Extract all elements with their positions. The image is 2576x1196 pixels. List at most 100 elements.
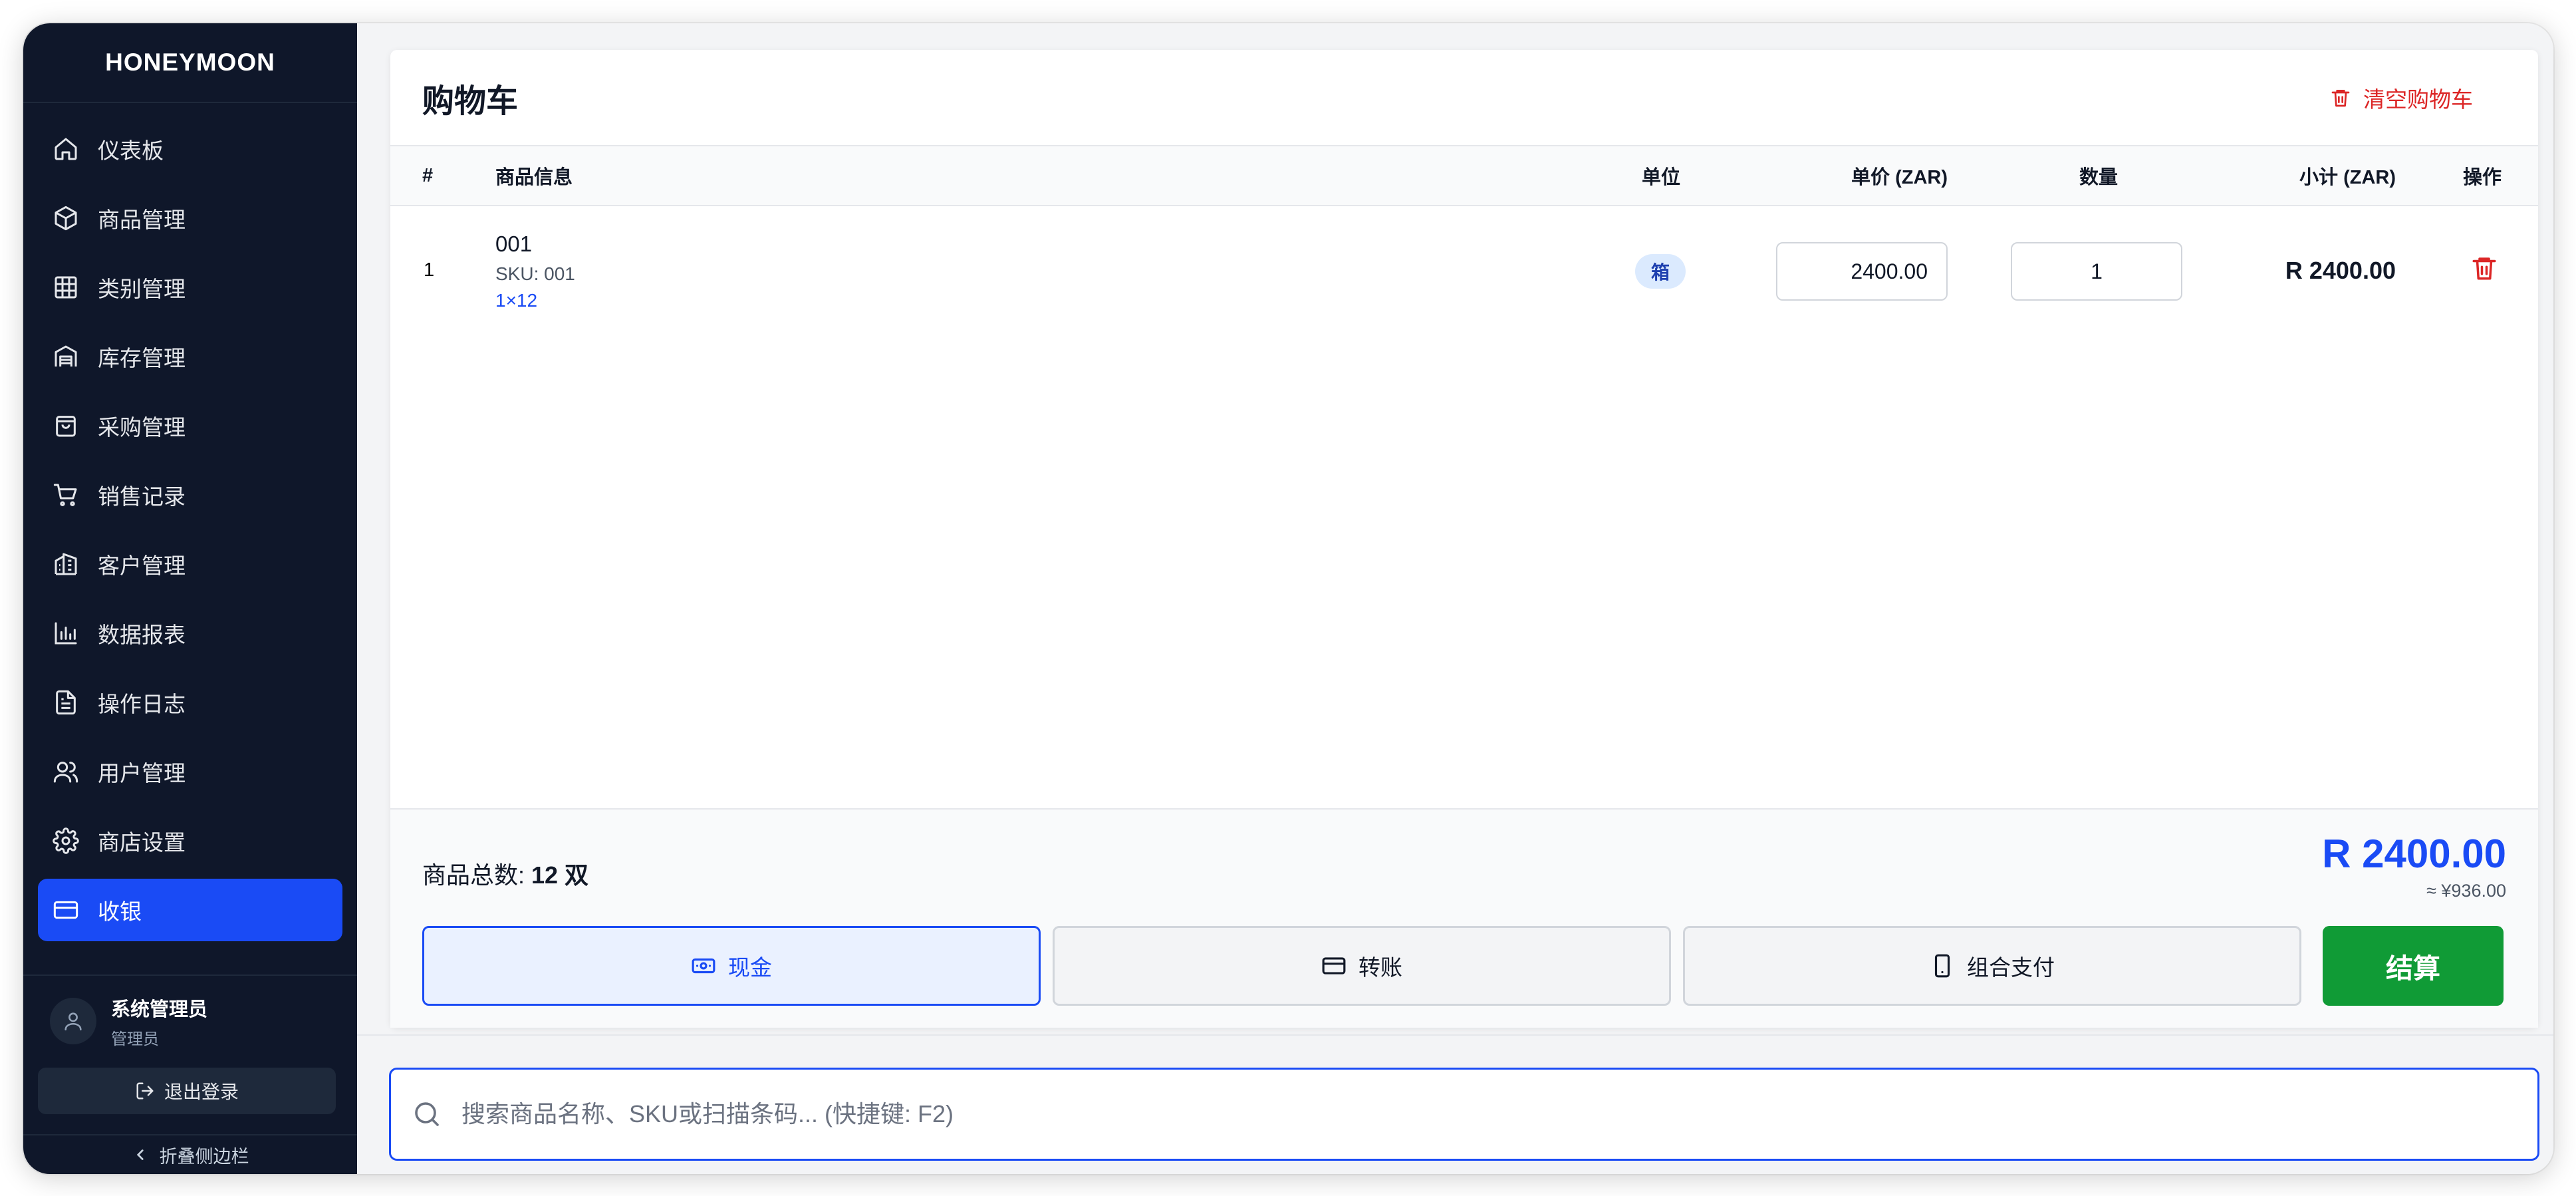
search-icon	[415, 1102, 439, 1126]
sidebar-item-cashier[interactable]: 收银	[38, 879, 342, 941]
item-count: 商品总数: 12 双	[422, 856, 588, 891]
home-icon	[53, 136, 79, 162]
column-index: #	[422, 164, 434, 186]
bar-chart-icon	[53, 620, 79, 647]
user-name: 系统管理员	[111, 998, 208, 1020]
page-title: 购物车	[422, 83, 519, 119]
grid-icon	[53, 274, 79, 301]
sidebar-item-label: 收银	[98, 899, 142, 924]
shopping-bag-icon	[53, 412, 79, 439]
search-input[interactable]	[461, 1070, 2537, 1159]
sidebar-item-logs[interactable]: 操作日志	[38, 671, 342, 734]
sidebar-item-inventory[interactable]: 库存管理	[38, 325, 342, 388]
column-unit: 单位	[1642, 167, 1681, 188]
sidebar-item-customers[interactable]: 客户管理	[38, 533, 342, 595]
collapse-label: 折叠侧边栏	[159, 1146, 249, 1167]
file-text-icon	[53, 689, 79, 716]
total-amount: R 2400.00 ≈ ¥936.00	[2322, 831, 2506, 901]
credit-card-icon	[1322, 957, 1346, 974]
sidebar-item-label: 操作日志	[98, 692, 186, 716]
sidebar-nav: 仪表板 商品管理 类别管理 库存管理 采购管理 销售记录 客户管理 数据报表 操…	[23, 103, 357, 974]
total-cny: ≈ ¥936.00	[2426, 881, 2506, 901]
logout-icon	[136, 1082, 154, 1100]
pay-combined-button[interactable]: 组合支付	[1683, 926, 2301, 1006]
sidebar-item-label: 商品管理	[98, 208, 186, 232]
app-window: HONEYMOON 仪表板 商品管理 类别管理 库存管理 采购管理 销售记录 客…	[23, 23, 2553, 1174]
sidebar-item-label: 数据报表	[98, 623, 186, 647]
main-content: 购物车 清空购物车 # 商品信息 单位 单价 (ZAR) 数量 小计 (ZAR)…	[357, 23, 2553, 1174]
item-count-value: 12 双	[531, 861, 589, 889]
pay-transfer-label: 转账	[1358, 955, 1402, 980]
pay-cash-button[interactable]: 现金	[422, 926, 1041, 1006]
sidebar-item-dashboard[interactable]: 仪表板	[38, 118, 342, 180]
pay-combined-label: 组合支付	[1967, 955, 2055, 980]
table-row: 1 001 SKU: 001 1×12 箱 R 2400.00	[390, 206, 2538, 333]
sidebar-item-purchasing[interactable]: 采购管理	[38, 394, 342, 457]
cart-panel: 购物车 清空购物车 # 商品信息 单位 单价 (ZAR) 数量 小计 (ZAR)…	[390, 50, 2538, 1028]
logout-button[interactable]: 退出登录	[38, 1068, 336, 1114]
quantity-input[interactable]	[2011, 242, 2182, 301]
sidebar-item-label: 销售记录	[98, 484, 186, 509]
cart-icon	[53, 482, 79, 508]
column-subtotal: 小计 (ZAR)	[2299, 167, 2396, 188]
row-subtotal: R 2400.00	[2285, 257, 2396, 284]
sidebar-item-reports[interactable]: 数据报表	[38, 602, 342, 665]
sidebar-item-label: 客户管理	[98, 553, 186, 578]
gear-icon	[53, 827, 79, 854]
total-zar: R 2400.00	[2322, 831, 2506, 876]
trash-icon	[2472, 257, 2496, 280]
sidebar: HONEYMOON 仪表板 商品管理 类别管理 库存管理 采购管理 销售记录 客…	[23, 23, 357, 1174]
sidebar-item-products[interactable]: 商品管理	[38, 187, 342, 249]
sidebar-footer: 系统管理员 管理员 退出登录 折叠侧边栏	[23, 974, 357, 1174]
product-info: 001 SKU: 001 1×12	[495, 231, 575, 311]
user-icon	[64, 1012, 82, 1031]
box-icon	[53, 205, 79, 231]
cart-footer: 商品总数: 12 双 R 2400.00 ≈ ¥936.00 现金 转账 组合支…	[390, 808, 2538, 1028]
product-sku: SKU: 001	[495, 263, 575, 284]
sidebar-item-label: 库存管理	[98, 346, 186, 371]
column-action: 操作	[2462, 167, 2502, 188]
trash-icon	[2331, 89, 2350, 106]
credit-card-icon	[53, 897, 79, 923]
clear-cart-button[interactable]: 清空购物车	[2330, 82, 2473, 114]
sidebar-item-label: 仪表板	[98, 138, 164, 163]
product-pack: 1×12	[495, 290, 538, 311]
sidebar-item-settings[interactable]: 商店设置	[38, 810, 342, 872]
clear-cart-label: 清空购物车	[2363, 86, 2473, 112]
user-role: 管理员	[111, 1030, 159, 1048]
smartphone-icon	[1934, 954, 1950, 978]
sidebar-item-users[interactable]: 用户管理	[38, 740, 342, 803]
payment-methods: 现金 转账 组合支付 结算	[422, 926, 2504, 1006]
sidebar-item-label: 采购管理	[98, 415, 186, 440]
checkout-button[interactable]: 结算	[2323, 926, 2504, 1006]
brand-logo: HONEYMOON	[23, 23, 357, 103]
product-search[interactable]	[389, 1068, 2539, 1161]
sidebar-item-label: 用户管理	[98, 761, 186, 786]
avatar	[50, 998, 96, 1044]
column-product: 商品信息	[495, 167, 573, 188]
chevron-left-icon	[136, 1149, 144, 1160]
unit-badge: 箱	[1635, 254, 1686, 289]
cart-empty-area	[390, 333, 2538, 808]
column-quantity: 数量	[2079, 167, 2119, 188]
pay-transfer-button[interactable]: 转账	[1053, 926, 1671, 1006]
table-header: # 商品信息 单位 单价 (ZAR) 数量 小计 (ZAR) 操作	[390, 146, 2538, 206]
item-count-label: 商品总数:	[422, 861, 532, 889]
user-profile: 系统管理员 管理员	[38, 994, 336, 1048]
collapse-sidebar-button[interactable]: 折叠侧边栏	[23, 1134, 357, 1174]
delete-row-button[interactable]	[2470, 254, 2498, 287]
sidebar-item-label: 商店设置	[98, 830, 186, 855]
pay-cash-label: 现金	[728, 955, 772, 980]
users-icon	[53, 758, 79, 785]
row-index: 1	[424, 259, 435, 281]
sidebar-item-categories[interactable]: 类别管理	[38, 256, 342, 319]
warehouse-icon	[53, 343, 79, 370]
cart-header: 购物车 清空购物车	[390, 50, 2538, 146]
building-icon	[53, 551, 79, 577]
column-price: 单价 (ZAR)	[1851, 167, 1948, 188]
price-input[interactable]	[1776, 242, 1948, 301]
sidebar-item-sales[interactable]: 销售记录	[38, 464, 342, 526]
sidebar-item-label: 类别管理	[98, 277, 186, 301]
cash-icon	[692, 958, 715, 974]
product-name: 001	[495, 231, 533, 256]
